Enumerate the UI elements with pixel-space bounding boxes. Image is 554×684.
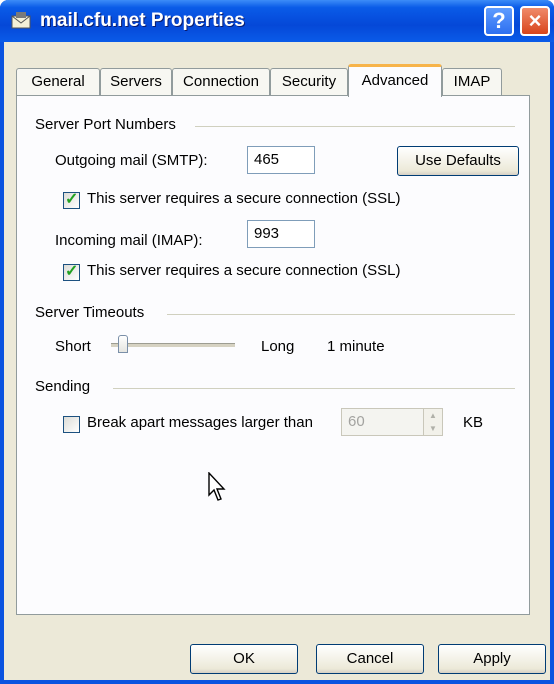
tab-advanced[interactable]: Advanced bbox=[348, 64, 442, 97]
tab-imap[interactable]: IMAP bbox=[442, 68, 502, 96]
timeout-slider-thumb[interactable] bbox=[118, 335, 129, 353]
server-timeouts-heading: Server Timeouts bbox=[35, 304, 145, 321]
use-defaults-button[interactable]: Use Defaults bbox=[397, 146, 519, 176]
incoming-ssl-checkbox[interactable]: ✓ bbox=[63, 263, 80, 281]
short-label: Short bbox=[55, 338, 91, 355]
envelope-icon bbox=[11, 12, 31, 29]
help-button[interactable]: ? bbox=[484, 6, 514, 36]
cancel-button[interactable]: Cancel bbox=[316, 644, 424, 674]
mouse-cursor-icon bbox=[208, 472, 226, 501]
outgoing-ssl-label: This server requires a secure connection… bbox=[87, 190, 401, 207]
checkmark-icon: ✓ bbox=[65, 191, 79, 208]
properties-dialog: mail.cfu.net Properties ? × General Serv… bbox=[0, 0, 554, 684]
incoming-ssl-label: This server requires a secure connection… bbox=[87, 262, 401, 279]
close-button[interactable]: × bbox=[520, 6, 550, 36]
message-size-input[interactable]: 60 bbox=[341, 408, 427, 436]
outgoing-port-input[interactable]: 465 bbox=[247, 146, 315, 174]
ok-button[interactable]: OK bbox=[190, 644, 298, 674]
spin-up-icon[interactable]: ▲ bbox=[424, 409, 442, 422]
break-apart-checkbox[interactable] bbox=[63, 416, 80, 433]
group-divider bbox=[113, 388, 515, 389]
incoming-mail-label: Incoming mail (IMAP): bbox=[55, 232, 203, 249]
apply-button[interactable]: Apply bbox=[438, 644, 546, 674]
kb-label: KB bbox=[463, 414, 484, 431]
tab-servers[interactable]: Servers bbox=[100, 68, 172, 96]
outgoing-mail-label: Outgoing mail (SMTP): bbox=[55, 152, 208, 169]
window-title: mail.cfu.net Properties bbox=[40, 10, 245, 31]
group-divider bbox=[195, 126, 515, 127]
outgoing-ssl-checkbox[interactable]: ✓ bbox=[63, 191, 80, 209]
sending-heading: Sending bbox=[35, 378, 91, 395]
incoming-port-input[interactable]: 993 bbox=[247, 220, 315, 248]
timeout-slider-track[interactable] bbox=[111, 343, 235, 347]
tab-connection[interactable]: Connection bbox=[172, 68, 270, 96]
tab-security[interactable]: Security bbox=[270, 68, 348, 96]
title-bar[interactable]: mail.cfu.net Properties ? × bbox=[0, 0, 554, 42]
message-size-spinner[interactable]: ▲ ▼ bbox=[423, 408, 443, 436]
timeout-value: 1 minute bbox=[327, 338, 385, 355]
break-apart-label: Break apart messages larger than bbox=[87, 414, 313, 431]
group-divider bbox=[167, 314, 515, 315]
spin-down-icon[interactable]: ▼ bbox=[424, 422, 442, 435]
checkmark-icon: ✓ bbox=[65, 263, 79, 280]
long-label: Long bbox=[261, 338, 295, 355]
tab-general[interactable]: General bbox=[16, 68, 100, 96]
server-port-numbers-heading: Server Port Numbers bbox=[35, 116, 176, 133]
advanced-panel: Server Port Numbers Outgoing mail (SMTP)… bbox=[16, 95, 530, 615]
